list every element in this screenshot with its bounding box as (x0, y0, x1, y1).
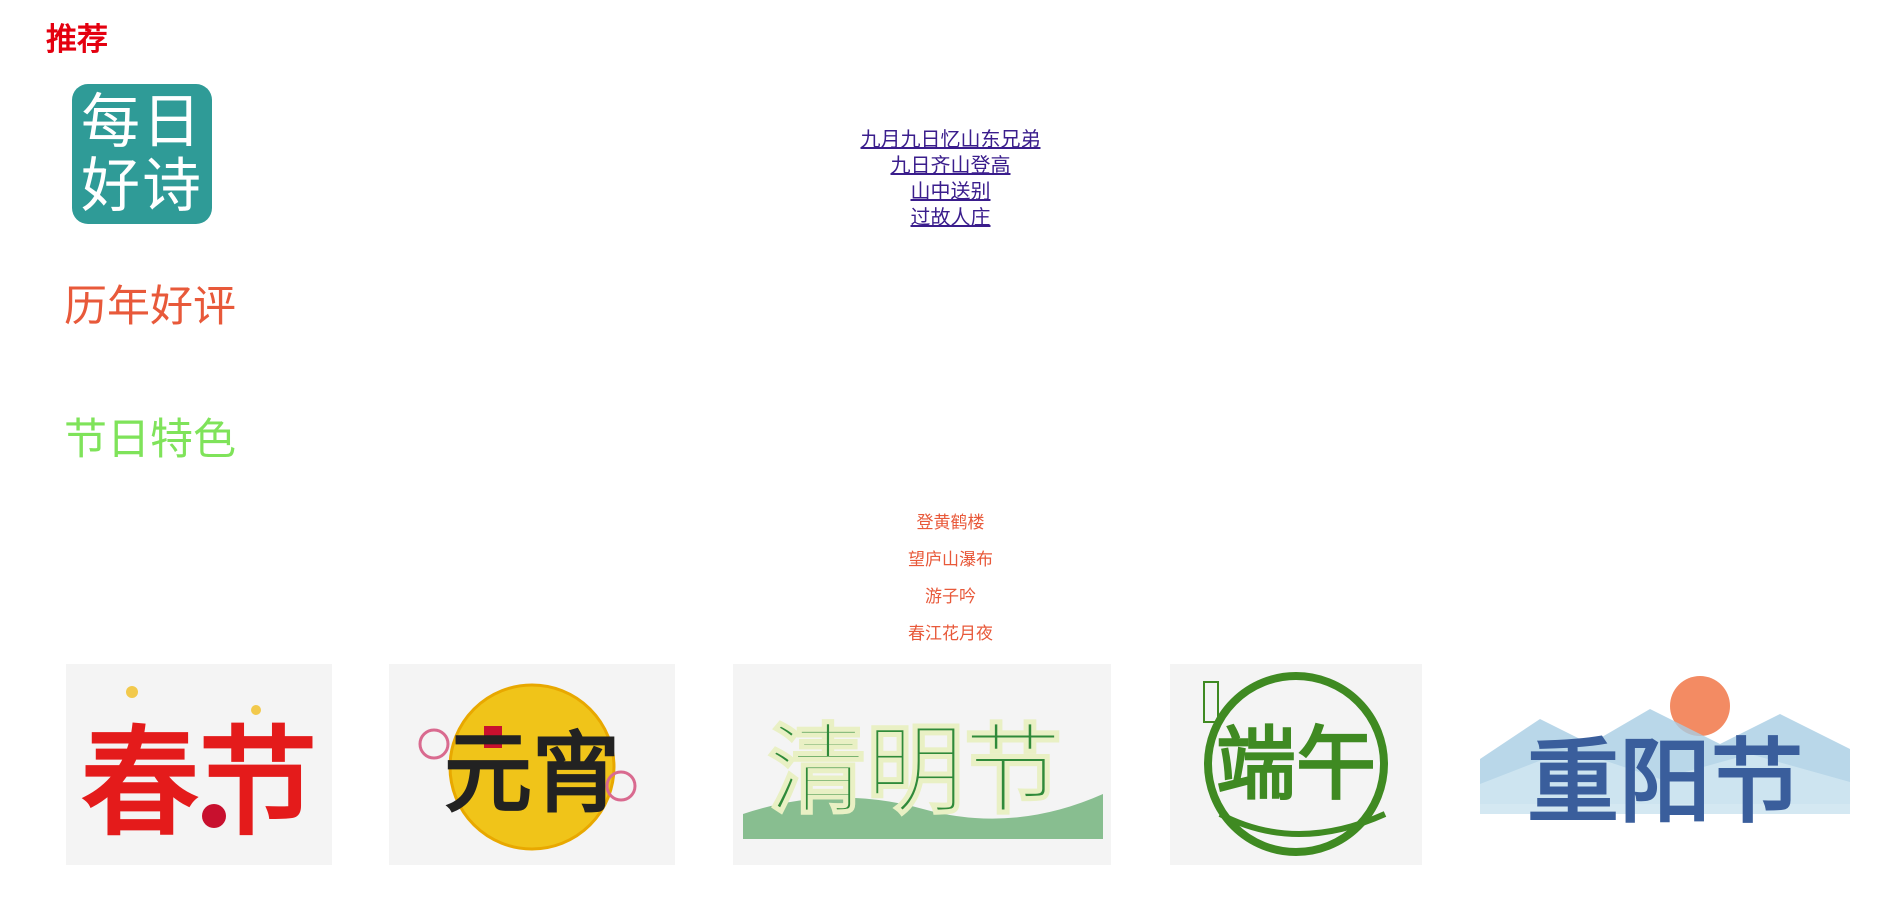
poem-link[interactable]: 过故人庄 (0, 204, 1901, 230)
qingming-festival-art: 清明节 (743, 712, 1103, 839)
featured-poem[interactable]: 登黄鹤楼 (0, 513, 1901, 550)
featured-poem-list: 登黄鹤楼 望庐山瀑布 游子吟 春江花月夜 (0, 513, 1901, 661)
reviews-heading: 历年好评 (64, 282, 236, 332)
lantern-festival-art: 元宵 (418, 683, 637, 851)
lantern-festival-image[interactable]: 元宵 (389, 664, 675, 865)
featured-poem[interactable]: 春江花月夜 (0, 624, 1901, 661)
featured-poem[interactable]: 望庐山瀑布 (0, 550, 1901, 587)
featured-poem[interactable]: 游子吟 (0, 587, 1901, 624)
page-title: 推荐 (46, 22, 108, 58)
spring-festival-text: 春节 (81, 713, 317, 852)
qingming-festival-text: 清明节 (768, 713, 1062, 828)
recommended-poem-links: 九月九日忆山东兄弟 九日齐山登高 山中送别 过故人庄 (0, 126, 1901, 230)
dragon-boat-festival-text: 端午 (1216, 717, 1376, 811)
dragon-boat-festival-image[interactable]: 端午 (1170, 664, 1422, 865)
festival-heading: 节日特色 (64, 415, 236, 465)
qingming-festival-image[interactable]: 清明节 (733, 664, 1111, 865)
dragon-boat-festival-art: 端午 (1203, 672, 1388, 856)
poem-link[interactable]: 山中送别 (0, 178, 1901, 204)
double-ninth-festival-image[interactable]: 重阳节 (1480, 664, 1850, 865)
poem-link[interactable]: 九日齐山登高 (0, 152, 1901, 178)
lantern-festival-text: 元宵 (444, 721, 620, 825)
double-ninth-festival-art: 重阳节 (1480, 676, 1850, 836)
spring-festival-image[interactable]: 春节 (66, 664, 332, 865)
double-ninth-festival-text: 重阳节 (1527, 728, 1803, 836)
poem-link[interactable]: 九月九日忆山东兄弟 (0, 126, 1901, 152)
spring-festival-art: 春节 (81, 686, 317, 852)
